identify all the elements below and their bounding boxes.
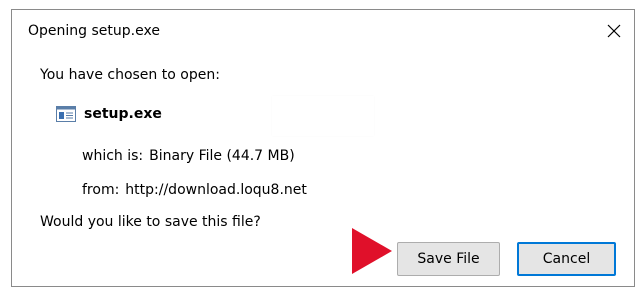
close-button[interactable] bbox=[594, 10, 634, 52]
file-source-value: http://download.loqu8.net bbox=[125, 182, 307, 198]
dialog-titlebar: Opening setup.exe bbox=[12, 10, 634, 52]
arrow-pointer-icon bbox=[352, 228, 392, 274]
file-source-row: from: http://download.loqu8.net bbox=[82, 182, 307, 198]
file-type-label: which is: bbox=[82, 148, 144, 164]
file-name: setup.exe bbox=[84, 106, 162, 122]
cancel-button[interactable]: Cancel bbox=[517, 242, 616, 276]
file-source-label: from: bbox=[82, 182, 120, 198]
blank-area bbox=[272, 96, 374, 136]
file-type-value: Binary File (44.7 MB) bbox=[149, 148, 295, 164]
file-icon bbox=[56, 106, 76, 122]
screen: Opening setup.exe You have chosen to ope… bbox=[0, 0, 637, 295]
save-file-button[interactable]: Save File bbox=[397, 242, 500, 276]
save-question: Would you like to save this file? bbox=[40, 214, 261, 230]
dialog-title: Opening setup.exe bbox=[28, 23, 160, 39]
file-type-row: which is: Binary File (44.7 MB) bbox=[82, 148, 295, 164]
download-dialog: Opening setup.exe You have chosen to ope… bbox=[11, 9, 635, 287]
file-row: setup.exe bbox=[56, 104, 162, 124]
close-icon bbox=[607, 24, 621, 38]
intro-text: You have chosen to open: bbox=[40, 67, 220, 83]
